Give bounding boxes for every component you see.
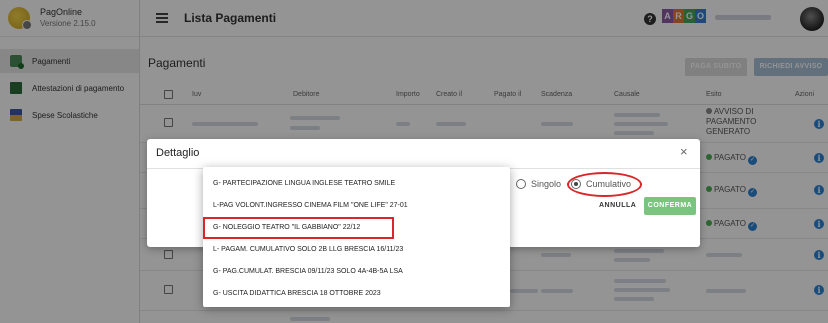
dialog-title: Dettaglio: [156, 147, 200, 159]
radio-singolo-label[interactable]: Singolo: [531, 179, 561, 189]
dropdown-option[interactable]: G- PAG.CUMULAT. BRESCIA 09/11/23 SOLO 4A…: [203, 261, 510, 283]
dropdown-option-highlighted[interactable]: G- NOLEGGIO TEATRO "IL GABBIANO" 22/12: [203, 217, 394, 239]
cancel-button[interactable]: ANNULLA: [599, 202, 636, 209]
dropdown-option[interactable]: G- USCITA DIDATTICA BRESCIA 18 OTTOBRE 2…: [203, 283, 510, 305]
annotation-circle: [567, 172, 642, 197]
dropdown-option[interactable]: G- PARTECIPAZIONE LINGUA INGLESE TEATRO …: [203, 173, 510, 195]
radio-singolo[interactable]: [516, 179, 526, 189]
close-icon[interactable]: ×: [680, 144, 688, 159]
confirm-button[interactable]: CONFERMA: [644, 197, 696, 215]
dropdown-option[interactable]: L-PAG VOLONT.INGRESSO CINEMA FILM "ONE L…: [203, 195, 510, 217]
causale-dropdown-menu: G- PARTECIPAZIONE LINGUA INGLESE TEATRO …: [203, 167, 510, 307]
dropdown-option[interactable]: L- PAGAM. CUMULATIVO SOLO 2B LLG BRESCIA…: [203, 239, 510, 261]
